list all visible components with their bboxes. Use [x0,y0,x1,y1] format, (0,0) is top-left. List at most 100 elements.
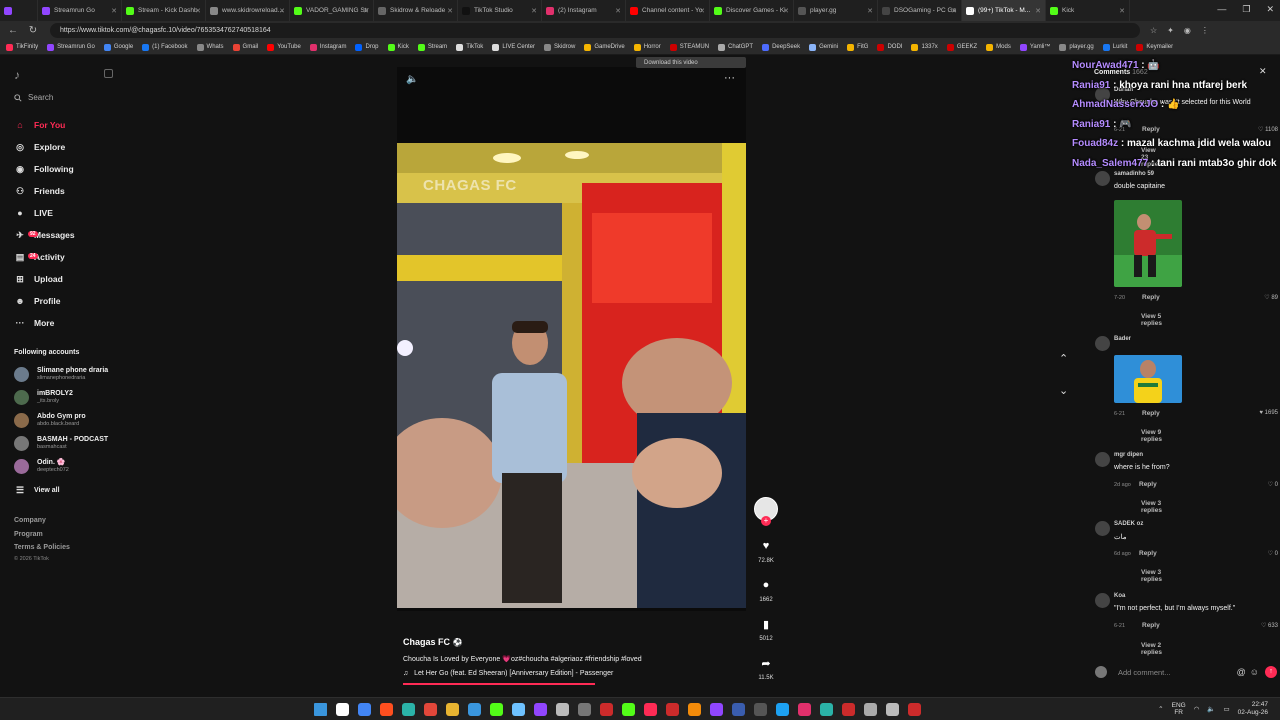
bookmark-item[interactable]: Gemini [809,43,838,51]
url-field[interactable]: https://www.tiktok.com/@chagasfc.10/vide… [50,23,1140,38]
bookmark-item[interactable]: ChatGPT [718,43,753,51]
comment-username[interactable]: SADEK oz [1114,521,1143,527]
reply-button[interactable]: Reply [1142,294,1160,301]
taskbar-app-icon[interactable] [798,703,811,716]
taskbar-app-icon[interactable] [710,703,723,716]
close-tab-icon[interactable]: ✕ [951,7,957,15]
browser-tab[interactable]: Discover Games - Ki ✕ [710,0,794,21]
taskbar-app-icon[interactable] [468,703,481,716]
browser-tab[interactable]: (99+) TikTok - M... ✕ [962,0,1046,21]
browser-tab[interactable]: Channel content - Yo ✕ [626,0,710,21]
bookmark-item[interactable]: Google [103,43,133,51]
view-replies-button[interactable]: View 2 replies [1141,642,1162,656]
avatar[interactable] [1095,336,1110,351]
bookmark-item[interactable]: TikFinity [6,43,38,51]
taskbar-app-icon[interactable] [688,703,701,716]
mention-icon[interactable]: @ [1237,667,1246,677]
bookmark-item[interactable]: Drop [355,43,379,51]
taskbar-app-icon[interactable] [424,703,437,716]
video-progress-bar[interactable] [403,683,595,685]
comment-username[interactable]: Koa [1114,593,1125,599]
browser-tab[interactable]: www.skidrowreload... ✕ [206,0,290,21]
speaker-icon[interactable]: 🔈 [1207,705,1215,713]
bookmark-item[interactable]: Streamrun Go [47,43,95,51]
bookmark-item[interactable]: YouTube [267,43,301,51]
close-tab-icon[interactable]: ✕ [783,7,789,15]
taskbar-app-icon[interactable] [644,703,657,716]
follow-plus-icon[interactable]: + [761,516,771,526]
reply-button[interactable]: Reply [1142,622,1160,629]
taskbar-app-icon[interactable] [622,703,635,716]
taskbar-app-icon[interactable] [578,703,591,716]
comment-like-button[interactable]: ♡ 0 [1235,481,1278,488]
bookmark-item[interactable]: player.gg [1059,43,1094,51]
previous-video-icon[interactable]: ⌃ [1059,352,1068,365]
footer-terms[interactable]: Terms & Policies [14,544,70,551]
taskbar-app-icon[interactable] [886,703,899,716]
next-video-icon[interactable]: ⌄ [1059,384,1068,397]
view-replies-button[interactable]: View 3 replies [1141,569,1162,583]
browser-tab[interactable]: DSOGaming - PC Ga ✕ [878,0,962,21]
add-comment-input[interactable]: Add comment... [1118,668,1233,677]
avatar[interactable] [1095,452,1110,467]
taskbar-app-icon[interactable] [512,703,525,716]
taskbar-app-icon[interactable] [358,703,371,716]
following-account[interactable]: Abdo Gym pro abdo.black.beard [14,413,86,428]
browser-tab[interactable]: player.gg ✕ [794,0,878,21]
avatar[interactable] [1095,171,1110,186]
bookmark-item[interactable]: DeepSeek [762,43,800,51]
sidebar-item-messages[interactable]: ✈ 92 Messages [14,229,74,241]
bookmark-star-icon[interactable]: ☆ [1150,26,1157,35]
sidebar-item-friends[interactable]: ⚇ Friends [14,185,65,197]
send-icon[interactable]: ↑ [1265,666,1277,678]
close-tab-icon[interactable]: ✕ [363,7,369,15]
bookmark-item[interactable]: Stream [417,43,447,51]
close-tab-icon[interactable]: ✕ [279,7,285,15]
video-author[interactable]: Chagas FC ⚽ [403,637,463,647]
taskbar-app-icon[interactable] [776,703,789,716]
following-account[interactable]: Slimane phone draria slimanephonedraria [14,367,108,382]
browser-tab[interactable]: Stream - Kick Dashb ✕ [122,0,206,21]
close-icon[interactable]: ✕ [1266,4,1274,15]
bookmark-item[interactable]: STEAMUN [669,43,709,51]
emoji-icon[interactable]: ☺ [1250,667,1259,677]
more-options-icon[interactable]: ··· [724,72,735,84]
taskbar-app-icon[interactable] [380,703,393,716]
lang-indicator[interactable]: ENG FR [1172,702,1186,716]
comment-username[interactable]: mgr dipen [1114,452,1143,458]
bookmark-item[interactable]: GEEKZ [946,43,977,51]
taskbar-app-icon[interactable] [732,703,745,716]
close-tab-icon[interactable]: ✕ [447,7,453,15]
bookmark-item[interactable]: Keymailer [1136,43,1173,51]
comment-like-button[interactable]: ♡ 633 [1235,622,1278,629]
bookmark-item[interactable]: Gmail [232,43,258,51]
bookmark-item[interactable]: Kick [387,43,409,51]
taskbar-app-icon[interactable] [754,703,767,716]
close-tab-icon[interactable]: ✕ [699,7,705,15]
save-button[interactable]: ▮ 5012 [754,618,778,642]
search-input[interactable]: Search [14,93,53,102]
sidebar-item-upload[interactable]: ⊞ Upload [14,273,63,285]
bookmark-item[interactable]: DODI [877,43,902,51]
reply-button[interactable]: Reply [1142,410,1160,417]
close-tab-icon[interactable]: ✕ [1035,7,1041,15]
bookmark-item[interactable]: Instagram [309,43,346,51]
menu-icon[interactable]: ⋮ [1201,26,1209,35]
close-tab-icon[interactable]: ✕ [111,7,117,15]
bookmark-item[interactable]: Lurkit [1102,43,1127,51]
minimize-icon[interactable]: — [1217,4,1226,15]
bookmark-item[interactable]: 1337x [911,43,938,51]
music-link[interactable]: ♫ Let Her Go (feat. Ed Sheeran) [Anniver… [403,670,613,677]
bookmark-item[interactable]: Skidrow [544,43,575,51]
browser-tab[interactable] [0,0,38,21]
taskbar-app-icon[interactable] [908,703,921,716]
bookmark-item[interactable]: FitG [847,43,868,51]
reply-button[interactable]: Reply [1139,550,1157,557]
taskbar-app-icon[interactable] [336,703,349,716]
view-all-link[interactable]: ☰ View all [14,484,60,496]
comment-sticker-image[interactable] [1114,355,1182,403]
share-button[interactable]: ➦ 11.5K [754,657,778,681]
comment-like-button[interactable]: ♥ 1695 [1235,410,1278,416]
download-video-button[interactable]: Download this video [636,57,746,68]
browser-tab[interactable]: (2) Instagram ✕ [542,0,626,21]
